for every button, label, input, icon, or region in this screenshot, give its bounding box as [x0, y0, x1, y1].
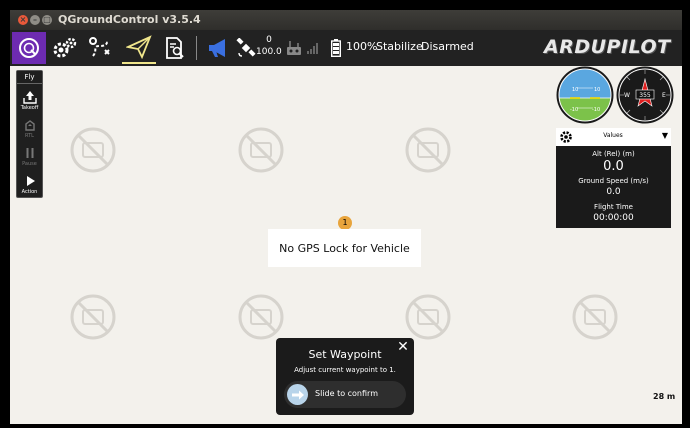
main-toolbar: 0 100.0 100% Stabilize Disarmed ARDUPILO… [10, 30, 682, 66]
flight-instrument: 10 10 -10 -10 355 W E [556, 66, 674, 124]
ground-speed-value: 0.0 [606, 187, 621, 197]
window-minimize-button[interactable]: – [30, 15, 40, 25]
rtl-button[interactable]: RTL [17, 115, 42, 141]
battery-icon [331, 39, 341, 57]
play-icon [26, 176, 35, 186]
paper-plane-icon [126, 35, 152, 59]
ground-speed-label: Ground Speed (m/s) [578, 177, 649, 185]
rc-transmitter-icon [287, 41, 301, 55]
flight-time-value: 00:00:00 [593, 213, 634, 223]
title-bar: × – □ QGroundControl v3.5.4 [10, 10, 682, 30]
window-maximize-button[interactable]: □ [42, 15, 52, 25]
pause-label: Pause [22, 161, 37, 167]
no-tile-icon [70, 127, 116, 173]
values-panel-title: Values [603, 132, 623, 139]
toolbar-divider [196, 36, 197, 60]
alt-rel-value: 0.0 [603, 159, 624, 174]
signal-bars-icon [307, 43, 318, 54]
window-close-button[interactable]: × [18, 15, 28, 25]
values-panel-header[interactable]: Values ▼ [556, 128, 671, 146]
gear-icon [53, 37, 77, 58]
heading-readout: 355 [639, 92, 651, 99]
arrow-right-icon [291, 390, 304, 399]
no-tile-icon [238, 127, 284, 173]
no-tile-icon [238, 294, 284, 340]
flight-time-label: Flight Time [594, 203, 633, 211]
takeoff-label: Takeoff [20, 105, 39, 111]
slide-to-confirm-slider[interactable]: Slide to confirm [284, 381, 406, 408]
pitch-label-mid-right: 10 [594, 87, 600, 93]
no-tile-icon [572, 294, 618, 340]
rtl-label: RTL [25, 133, 34, 139]
no-tile-icon [405, 294, 451, 340]
dialog-title: Set Waypoint [308, 348, 382, 361]
window-title: QGroundControl v3.5.4 [58, 13, 201, 26]
attitude-indicator [559, 69, 611, 121]
satellite-icon [236, 38, 256, 57]
takeoff-button[interactable]: Takeoff [17, 87, 42, 113]
flight-mode-selector[interactable]: Stabilize [376, 40, 423, 53]
no-tile-icon [405, 127, 451, 173]
fly-tool-strip: Fly Takeoff RTL Pause Action [16, 70, 43, 198]
battery-status-button[interactable] [330, 32, 342, 64]
messages-button[interactable] [206, 32, 232, 64]
ardupilot-logo: ARDUPILOT [544, 36, 671, 58]
app-window: × – □ QGroundControl v3.5.4 0 100.0 100%… [10, 10, 682, 424]
rc-status-button[interactable] [286, 32, 302, 64]
return-to-launch-icon [24, 120, 35, 131]
arm-status[interactable]: Disarmed [421, 40, 474, 53]
chevron-down-icon[interactable]: ▼ [662, 131, 668, 140]
pause-button[interactable]: Pause [17, 143, 42, 169]
slider-handle[interactable] [287, 384, 308, 405]
map-scale: 28 m [653, 392, 676, 401]
gps-lock-notice: No GPS Lock for Vehicle [268, 229, 421, 267]
ardupilot-logo-part-b: PILOT [606, 36, 671, 58]
action-button[interactable]: Action [17, 171, 42, 197]
action-label: Action [21, 189, 38, 195]
no-tile-icon [70, 294, 116, 340]
pitch-label-upper: 10 [572, 87, 578, 93]
settings-button[interactable] [50, 32, 80, 64]
qgc-logo-button[interactable] [12, 32, 46, 64]
analyze-icon [166, 37, 184, 59]
gps-satellite-count: 0 [266, 35, 272, 45]
values-panel: Values ▼ Alt (Rel) (m) 0.0 Ground Speed … [556, 128, 671, 228]
fly-view-button[interactable] [122, 32, 156, 64]
rc-signal-indicator [306, 32, 320, 64]
pitch-label-lower-right: -10 [592, 107, 600, 113]
gps-status-button[interactable] [234, 32, 258, 64]
slider-label: Slide to confirm [315, 389, 378, 398]
compass-east-label: E [662, 92, 666, 99]
pause-icon [26, 148, 33, 158]
plan-view-button[interactable] [86, 32, 116, 64]
qgc-logo-icon [19, 38, 39, 58]
megaphone-icon [209, 39, 225, 57]
compass: 355 W E [616, 66, 674, 124]
compass-west-label: W [624, 92, 630, 99]
analyze-view-button[interactable] [160, 32, 190, 64]
gps-hdop-value: 100.0 [256, 47, 282, 57]
tool-strip-header: Fly [17, 71, 42, 84]
takeoff-icon [22, 91, 37, 104]
ardupilot-logo-part-a: ARDU [544, 36, 607, 58]
close-icon[interactable]: ✕ [396, 340, 410, 354]
notice-count-badge: 1 [338, 216, 352, 230]
dialog-message: Adjust current waypoint to 1. [294, 366, 396, 374]
alt-rel-label: Alt (Rel) (m) [592, 150, 635, 158]
gear-icon[interactable] [559, 130, 573, 144]
set-waypoint-dialog: Set Waypoint ✕ Adjust current waypoint t… [276, 338, 414, 415]
battery-percent: 100% [346, 40, 378, 53]
pitch-label-lower-left: -10 [570, 107, 578, 113]
plan-route-icon [89, 37, 110, 57]
